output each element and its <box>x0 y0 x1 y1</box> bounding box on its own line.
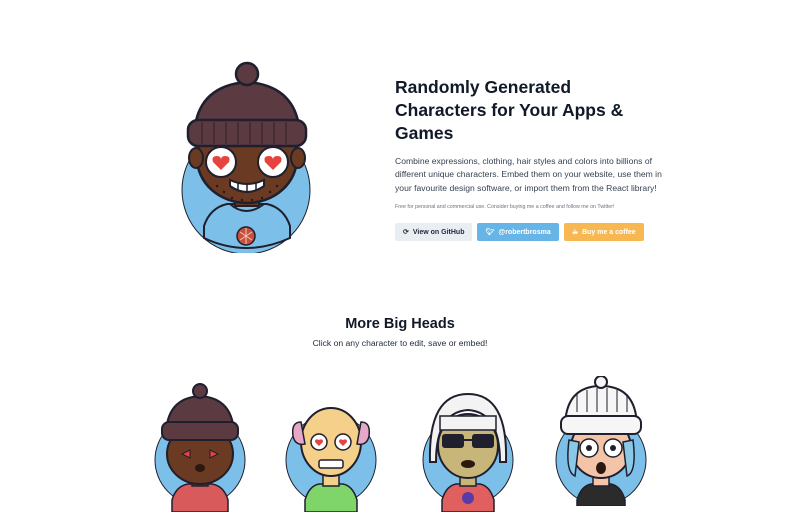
twitter-button[interactable]: 🐦︎ @robertbrosma <box>477 223 559 242</box>
coffee-icon: ☕︎ <box>571 228 578 236</box>
character-card[interactable] <box>420 382 516 512</box>
character-card[interactable] <box>283 382 379 512</box>
hero-buttons: ⟳ View on GitHub 🐦︎ @robertbrosma ☕︎ Buy… <box>395 223 665 242</box>
more-section-title: More Big Heads <box>345 316 455 332</box>
hero-title: Randomly Generated Characters for Your A… <box>395 77 624 143</box>
coffee-button-label: Buy me a coffee <box>582 228 636 236</box>
hero-note: Free for personal and commercial use. Co… <box>395 204 615 211</box>
hero-description: Combine expressions, clothing, hair styl… <box>395 156 662 193</box>
github-button[interactable]: ⟳ View on GitHub <box>395 223 473 242</box>
github-icon: ⟳ <box>403 228 409 236</box>
twitter-button-label: @robertbrosma <box>498 228 551 236</box>
character-card[interactable] <box>553 376 649 506</box>
coffee-button[interactable]: ☕︎ Buy me a coffee <box>563 223 644 242</box>
github-button-label: View on GitHub <box>412 228 465 236</box>
hero-character-avatar <box>181 61 311 253</box>
character-card[interactable] <box>152 382 248 512</box>
more-section-subtitle: Click on any character to edit, save or … <box>312 338 488 348</box>
twitter-icon: 🐦︎ <box>485 228 495 236</box>
hero-section: Randomly Generated Characters for Your A… <box>395 76 665 242</box>
